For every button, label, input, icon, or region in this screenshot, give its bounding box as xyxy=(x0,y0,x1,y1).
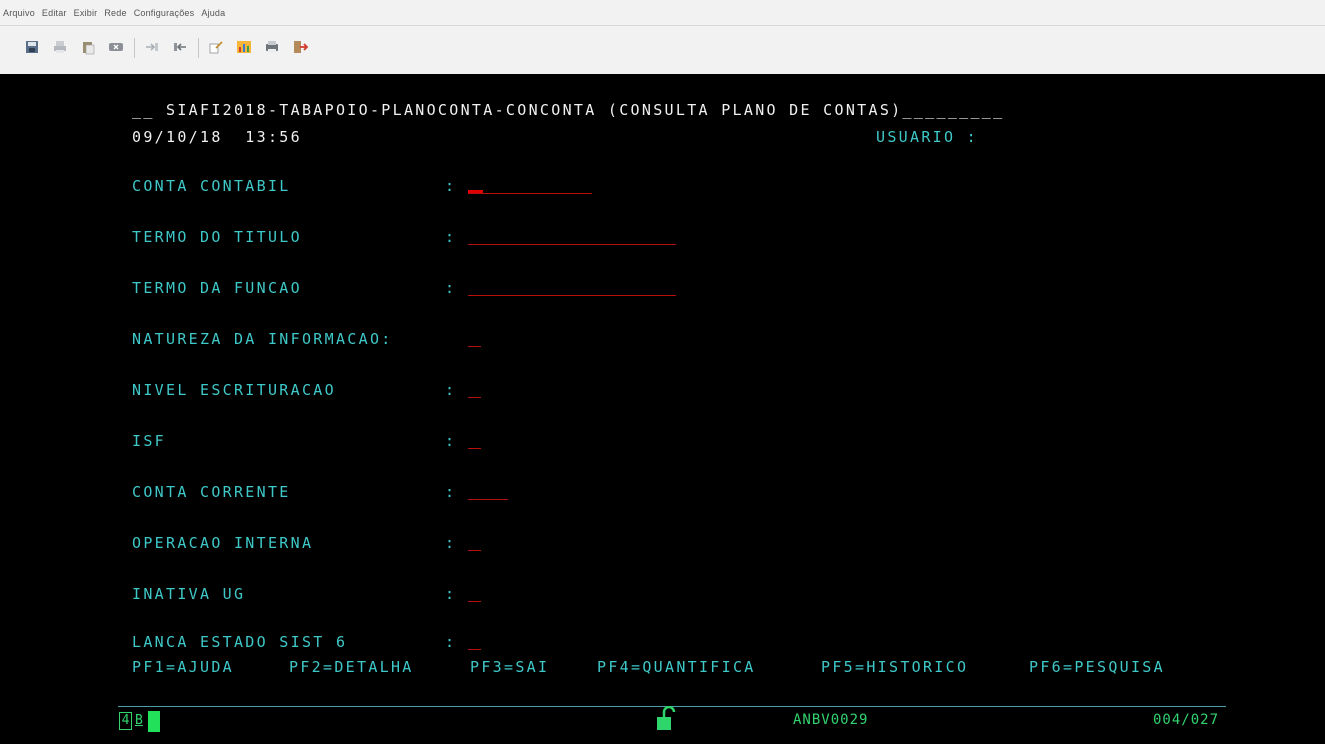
toolbar xyxy=(0,26,1325,74)
field-label-lanca-estado: LANCA ESTADO SIST 6 xyxy=(132,633,348,651)
pf4-key[interactable]: PF4=QUANTIFICA xyxy=(597,658,756,676)
conta-contabil-input[interactable] xyxy=(468,193,592,194)
terminal-screen[interactable]: __ SIAFI2018-TABAPOIO-PLANOCONTA-CONCONT… xyxy=(0,74,1325,744)
field-colon: : xyxy=(445,432,457,450)
pf1-key[interactable]: PF1=AJUDA xyxy=(132,658,234,676)
printer-icon[interactable] xyxy=(264,39,280,55)
conta-corrente-input[interactable] xyxy=(468,499,508,500)
print-icon[interactable] xyxy=(52,39,68,55)
send-icon[interactable] xyxy=(144,39,160,55)
field-label-operacao-interna: OPERACAO INTERNA xyxy=(132,534,314,552)
field-colon: : xyxy=(445,585,457,603)
field-label-nivel-escrituracao: NIVEL ESCRITURACAO xyxy=(132,381,336,399)
pf5-key[interactable]: PF5=HISTORICO xyxy=(821,658,968,676)
terminal-id: ANBV0029 xyxy=(793,712,869,728)
menu-configuracoes[interactable]: Configurações xyxy=(134,8,195,18)
edit-icon[interactable] xyxy=(208,39,224,55)
field-colon: : xyxy=(445,228,457,246)
menu-editar[interactable]: Editar xyxy=(42,8,67,18)
clear-icon[interactable] xyxy=(108,39,124,55)
field-label-natureza-informacao: NATUREZA DA INFORMACAO: xyxy=(132,330,393,348)
status-indicator-a: 4 xyxy=(119,712,132,730)
exit-icon[interactable] xyxy=(292,39,308,55)
natureza-informacao-input[interactable] xyxy=(468,346,481,347)
screen-datetime: 09/10/18 13:56 xyxy=(132,128,302,146)
field-colon: : xyxy=(445,279,457,297)
screen-title: __ SIAFI2018-TABAPOIO-PLANOCONTA-CONCONT… xyxy=(132,101,1005,119)
menu-arquivo[interactable]: Arquivo xyxy=(3,8,35,18)
toolbar-separator xyxy=(134,38,135,58)
receive-icon[interactable] xyxy=(172,39,188,55)
pf6-key[interactable]: PF6=PESQUISA xyxy=(1029,658,1165,676)
pf3-key[interactable]: PF3=SAI xyxy=(470,658,549,676)
termo-funcao-input[interactable] xyxy=(468,295,676,296)
unlock-icon xyxy=(657,706,676,730)
field-label-inativa-ug: INATIVA UG xyxy=(132,585,246,603)
chart-icon[interactable] xyxy=(236,39,252,55)
cursor-position: 004/027 xyxy=(1153,712,1220,728)
save-icon[interactable] xyxy=(24,39,40,55)
inativa-ug-input[interactable] xyxy=(468,601,481,602)
field-label-isf: ISF xyxy=(132,432,166,450)
menu-bar: Arquivo Editar Exibir Rede Configurações… xyxy=(0,0,1325,26)
operacao-interna-input[interactable] xyxy=(468,550,481,551)
field-colon: : xyxy=(445,534,457,552)
field-label-conta-contabil: CONTA CONTABIL xyxy=(132,177,291,195)
menu-ajuda[interactable]: Ajuda xyxy=(201,8,225,18)
usuario-label: USUARIO : xyxy=(876,128,978,146)
field-colon: : xyxy=(445,177,457,195)
menu-rede[interactable]: Rede xyxy=(104,8,126,18)
field-colon: : xyxy=(445,381,457,399)
field-label-conta-corrente: CONTA CORRENTE xyxy=(132,483,291,501)
field-label-termo-titulo: TERMO DO TITULO xyxy=(132,228,302,246)
isf-input[interactable] xyxy=(468,448,481,449)
pf2-key[interactable]: PF2=DETALHA xyxy=(289,658,414,676)
lanca-estado-input[interactable] xyxy=(468,649,481,650)
field-colon: : xyxy=(445,483,457,501)
menu-exibir[interactable]: Exibir xyxy=(74,8,98,18)
field-label-termo-funcao: TERMO DA FUNCAO xyxy=(132,279,302,297)
nivel-escrituracao-input[interactable] xyxy=(468,397,481,398)
toolbar-separator xyxy=(198,38,199,58)
field-colon: : xyxy=(445,633,457,651)
termo-titulo-input[interactable] xyxy=(468,244,676,245)
status-indicator-b: B xyxy=(135,713,143,728)
status-block xyxy=(148,711,160,732)
paste-icon[interactable] xyxy=(80,39,96,55)
